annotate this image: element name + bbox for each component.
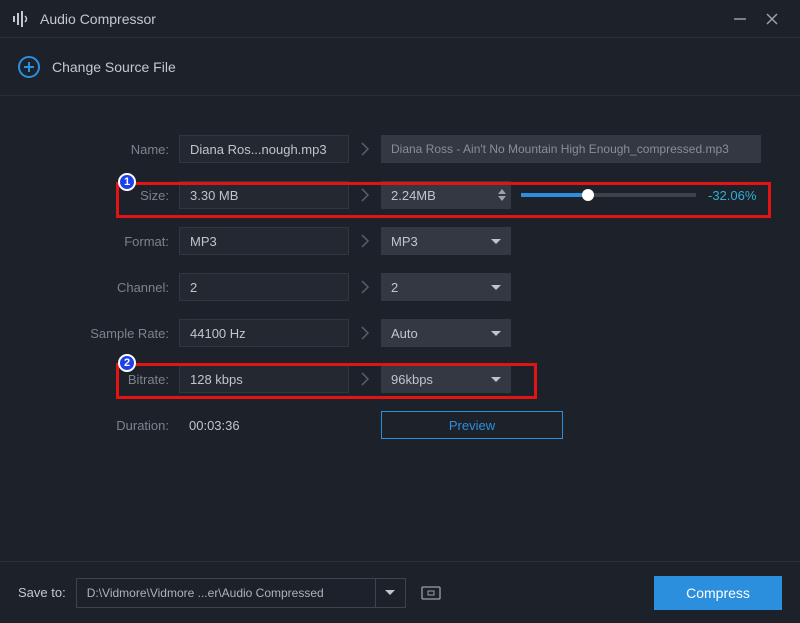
format-label: Format: — [24, 234, 179, 249]
size-target-stepper[interactable]: 2.24MB — [381, 181, 511, 209]
save-path-field[interactable]: D:\Vidmore\Vidmore ...er\Audio Compresse… — [76, 578, 376, 608]
app-logo-icon — [12, 10, 30, 28]
name-source-value: Diana Ros...nough.mp3 — [179, 135, 349, 163]
chevron-down-icon — [491, 331, 501, 336]
chevron-right-icon — [349, 372, 381, 386]
form-area: Name: Diana Ros...nough.mp3 Diana Ross -… — [0, 96, 800, 448]
bottom-bar: Save to: D:\Vidmore\Vidmore ...er\Audio … — [0, 561, 800, 623]
chevron-down-icon — [491, 377, 501, 382]
chevron-right-icon — [349, 326, 381, 340]
size-label: Size: — [24, 188, 179, 203]
row-format: Format: MP3 MP3 — [24, 218, 776, 264]
size-source-value: 3.30 MB — [179, 181, 349, 209]
chevron-right-icon — [349, 280, 381, 294]
compress-button[interactable]: Compress — [654, 576, 782, 610]
chevron-right-icon — [349, 234, 381, 248]
close-button[interactable] — [756, 3, 788, 35]
save-path-dropdown[interactable] — [376, 578, 406, 608]
size-slider-wrap: -32.06% — [521, 188, 756, 203]
stepper-up-icon[interactable] — [498, 189, 506, 194]
folder-icon — [421, 586, 441, 600]
samplerate-label: Sample Rate: — [24, 326, 179, 341]
change-source-label: Change Source File — [52, 59, 176, 75]
open-folder-button[interactable] — [418, 583, 444, 603]
slider-thumb[interactable] — [582, 189, 594, 201]
name-label: Name: — [24, 142, 179, 157]
samplerate-select[interactable]: Auto — [381, 319, 511, 347]
preview-button[interactable]: Preview — [381, 411, 563, 439]
samplerate-source-value: 44100 Hz — [179, 319, 349, 347]
row-size: Size: 3.30 MB 2.24MB -32.06% — [24, 172, 776, 218]
save-to-label: Save to: — [18, 585, 66, 600]
format-source-value: MP3 — [179, 227, 349, 255]
size-target-value: 2.24MB — [381, 188, 493, 203]
bitrate-label: Bitrate: — [24, 372, 179, 387]
app-title: Audio Compressor — [40, 11, 724, 27]
format-target-value: MP3 — [391, 234, 491, 249]
chevron-down-icon — [491, 285, 501, 290]
bitrate-source-value: 128 kbps — [179, 365, 349, 393]
samplerate-target-value: Auto — [391, 326, 491, 341]
row-channel: Channel: 2 2 — [24, 264, 776, 310]
chevron-right-icon — [349, 188, 381, 202]
chevron-right-icon — [349, 142, 381, 156]
channel-label: Channel: — [24, 280, 179, 295]
row-samplerate: Sample Rate: 44100 Hz Auto — [24, 310, 776, 356]
size-slider[interactable] — [521, 193, 696, 197]
output-name-field[interactable]: Diana Ross - Ain't No Mountain High Enou… — [381, 135, 761, 163]
row-name: Name: Diana Ros...nough.mp3 Diana Ross -… — [24, 126, 776, 172]
annotation-badge-2: 2 — [118, 354, 136, 372]
channel-select[interactable]: 2 — [381, 273, 511, 301]
chevron-down-icon — [491, 239, 501, 244]
channel-target-value: 2 — [391, 280, 491, 295]
change-source-row[interactable]: Change Source File — [0, 38, 800, 96]
format-select[interactable]: MP3 — [381, 227, 511, 255]
duration-value: 00:03:36 — [179, 418, 349, 433]
annotation-badge-1: 1 — [118, 173, 136, 191]
title-bar: Audio Compressor — [0, 0, 800, 38]
stepper-buttons — [493, 181, 511, 209]
duration-label: Duration: — [24, 418, 179, 433]
plus-circle-icon — [18, 56, 40, 78]
minimize-button[interactable] — [724, 3, 756, 35]
slider-fill — [521, 193, 588, 197]
bitrate-target-value: 96kbps — [391, 372, 491, 387]
row-duration: Duration: 00:03:36 Preview — [24, 402, 776, 448]
channel-source-value: 2 — [179, 273, 349, 301]
size-percent-change: -32.06% — [708, 188, 756, 203]
chevron-down-icon — [385, 590, 395, 595]
row-bitrate: Bitrate: 128 kbps 96kbps — [24, 356, 776, 402]
bitrate-select[interactable]: 96kbps — [381, 365, 511, 393]
stepper-down-icon[interactable] — [498, 196, 506, 201]
